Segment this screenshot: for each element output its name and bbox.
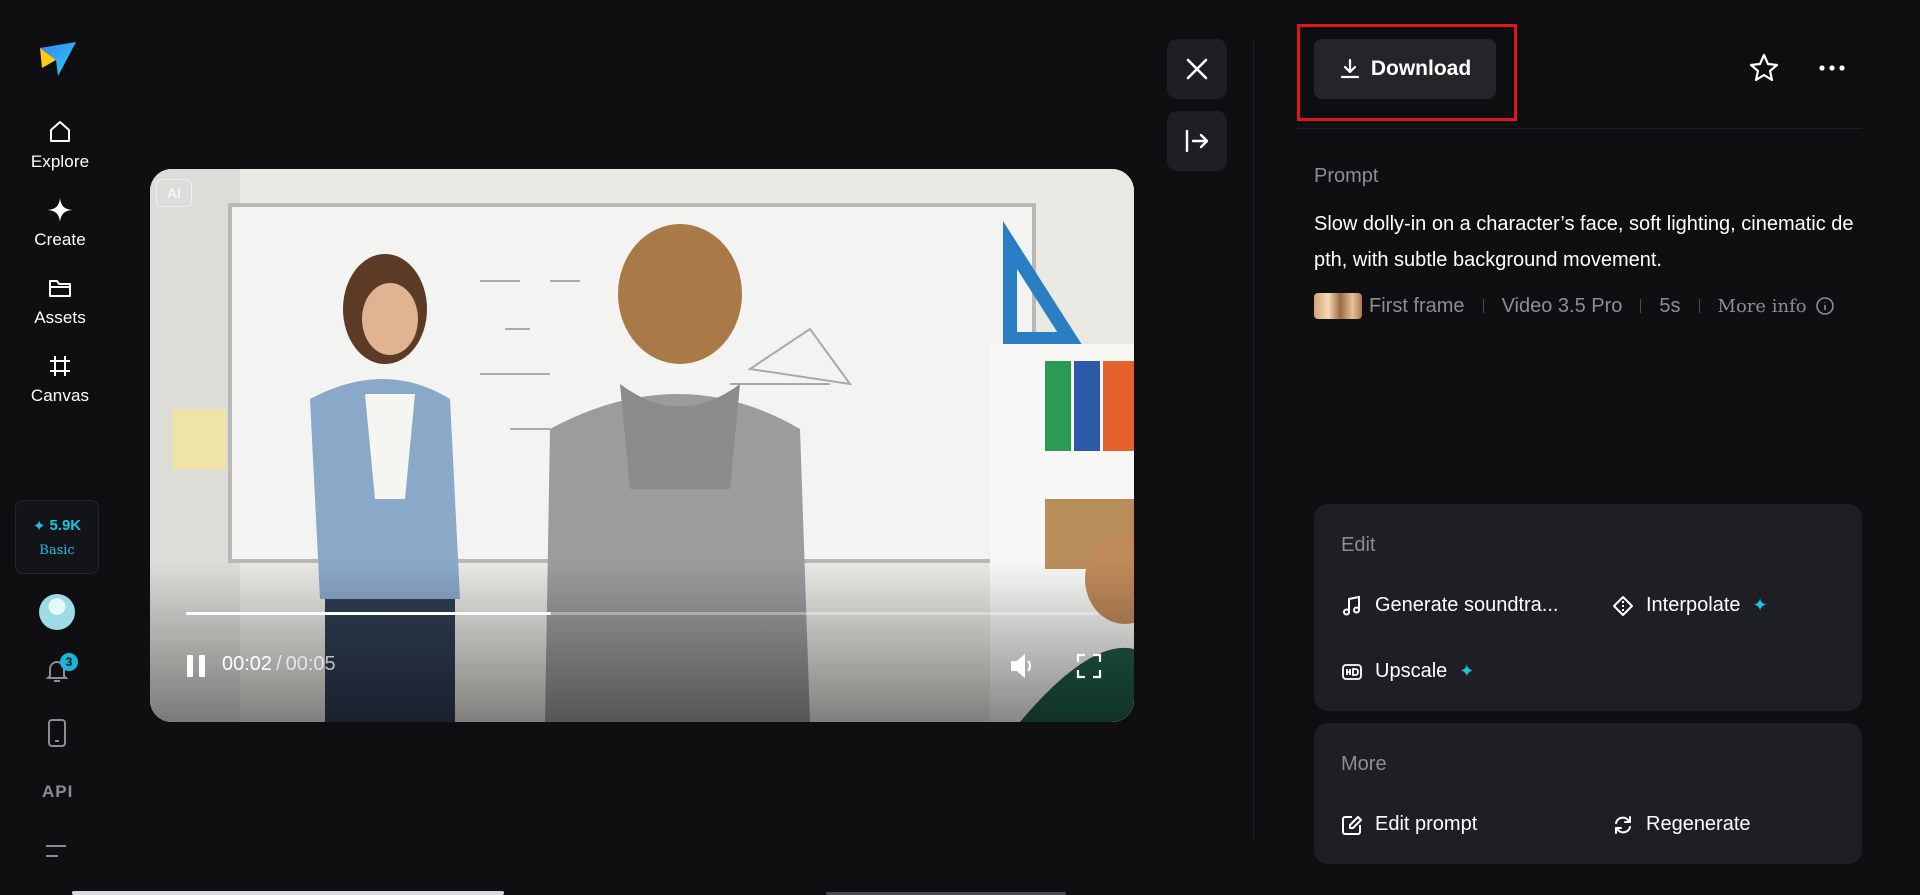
folder-icon <box>49 280 71 297</box>
regenerate-button[interactable]: Regenerate <box>1612 813 1751 836</box>
model-label: Video 3.5 Pro <box>1501 294 1623 317</box>
hd-icon <box>1342 663 1362 680</box>
sparkle-icon: ✦ <box>32 517 46 535</box>
close-icon <box>1186 58 1208 80</box>
app-logo[interactable] <box>36 38 78 80</box>
edit-title: Edit <box>1341 534 1376 556</box>
info-icon <box>1815 297 1834 315</box>
edit-card: Edit Generate soundtra... Interpolate ✦ … <box>1314 504 1862 711</box>
more-info-link[interactable]: More info <box>1718 296 1835 317</box>
first-frame-label: First frame <box>1369 294 1465 317</box>
meta-separator <box>1482 299 1484 313</box>
plan-label: Basic <box>39 542 75 558</box>
download-label: Download <box>1370 57 1472 80</box>
star-icon[interactable] <box>1748 52 1780 84</box>
time-separator: / <box>276 653 282 675</box>
video-player[interactable]: AI 00:02 / 00:05 <box>150 169 1134 722</box>
action-label: Upscale <box>1375 660 1448 682</box>
edit-prompt-button[interactable]: Edit prompt <box>1341 813 1477 836</box>
diamond-icon <box>1613 595 1633 616</box>
sidebar-item-label: Assets <box>34 308 86 327</box>
sparkle-icon <box>48 198 72 222</box>
home-icon <box>50 121 70 142</box>
music-note-icon <box>1343 595 1360 615</box>
crop-icon <box>50 356 70 376</box>
refresh-icon <box>1615 815 1631 834</box>
credits-badge[interactable]: ✦ 5.9K Basic <box>15 500 99 574</box>
download-button[interactable]: Download <box>1314 39 1496 99</box>
action-label: Edit prompt <box>1375 813 1478 835</box>
api-link[interactable]: API <box>42 782 73 802</box>
duration-label: 5s <box>1659 294 1681 317</box>
generation-meta: First frame Video 3.5 Pro 5s More info <box>1314 292 1835 320</box>
action-label: Regenerate <box>1646 813 1751 835</box>
ai-watermark: AI <box>156 179 192 207</box>
sidebar-item-label: Create <box>34 230 86 249</box>
sidebar-item-canvas[interactable]: Canvas <box>14 350 106 420</box>
menu-icon[interactable] <box>44 842 68 862</box>
more-card: More Edit prompt Regenerate <box>1314 723 1862 864</box>
meta-separator <box>1640 299 1642 313</box>
fullscreen-icon[interactable] <box>1076 653 1102 679</box>
notification-badge: 3 <box>60 653 78 671</box>
duration: 00:05 <box>285 653 336 675</box>
prompt-label: Prompt <box>1314 165 1379 187</box>
meta-separator <box>1698 299 1700 313</box>
upscale-button[interactable]: Upscale ✦ <box>1341 660 1474 683</box>
more-info-label: More info <box>1717 295 1807 317</box>
first-frame-thumbnail[interactable] <box>1314 293 1362 319</box>
current-time: 00:02 <box>222 653 273 675</box>
premium-sparkle-icon: ✦ <box>1752 595 1768 615</box>
credits-amount: ✦ 5.9K <box>33 517 81 535</box>
download-icon <box>1340 58 1359 79</box>
more-options-icon[interactable] <box>1816 54 1848 82</box>
prompt-text: Slow dolly-in on a character’s face, sof… <box>1314 213 1854 271</box>
sidebar-item-label: Explore <box>30 152 90 171</box>
sidebar: Explore Create Assets Canvas ✦ 5.9K Basic… <box>0 0 118 895</box>
premium-sparkle-icon: ✦ <box>1459 661 1475 681</box>
collapse-panel-button[interactable] <box>1167 111 1227 171</box>
arrow-right-bar-icon <box>1185 129 1209 153</box>
mobile-icon[interactable] <box>44 718 70 748</box>
action-label: Generate soundtra... <box>1375 594 1559 616</box>
progress-bar[interactable] <box>186 612 1098 615</box>
interpolate-button[interactable]: Interpolate ✦ <box>1612 594 1768 617</box>
horizontal-scrollbar[interactable] <box>72 891 504 895</box>
progress-fill <box>186 612 551 615</box>
time-display: 00:02 / 00:05 <box>222 653 336 676</box>
controls-overlay <box>150 562 1134 722</box>
header-divider <box>1295 128 1862 129</box>
credits-value: 5.9K <box>49 517 82 534</box>
avatar[interactable] <box>39 594 75 630</box>
sidebar-item-label: Canvas <box>30 386 90 405</box>
generate-soundtrack-button[interactable]: Generate soundtra... <box>1341 594 1558 617</box>
pause-icon[interactable] <box>184 653 208 679</box>
close-button[interactable] <box>1167 39 1227 99</box>
sidebar-item-explore[interactable]: Explore <box>14 116 106 186</box>
sidebar-item-create[interactable]: Create <box>14 194 106 264</box>
sidebar-item-assets[interactable]: Assets <box>14 272 106 342</box>
volume-icon[interactable] <box>1008 651 1038 681</box>
edit-icon <box>1342 815 1362 835</box>
panel-divider <box>1253 40 1254 840</box>
more-title: More <box>1341 753 1387 775</box>
action-label: Interpolate <box>1646 594 1741 616</box>
